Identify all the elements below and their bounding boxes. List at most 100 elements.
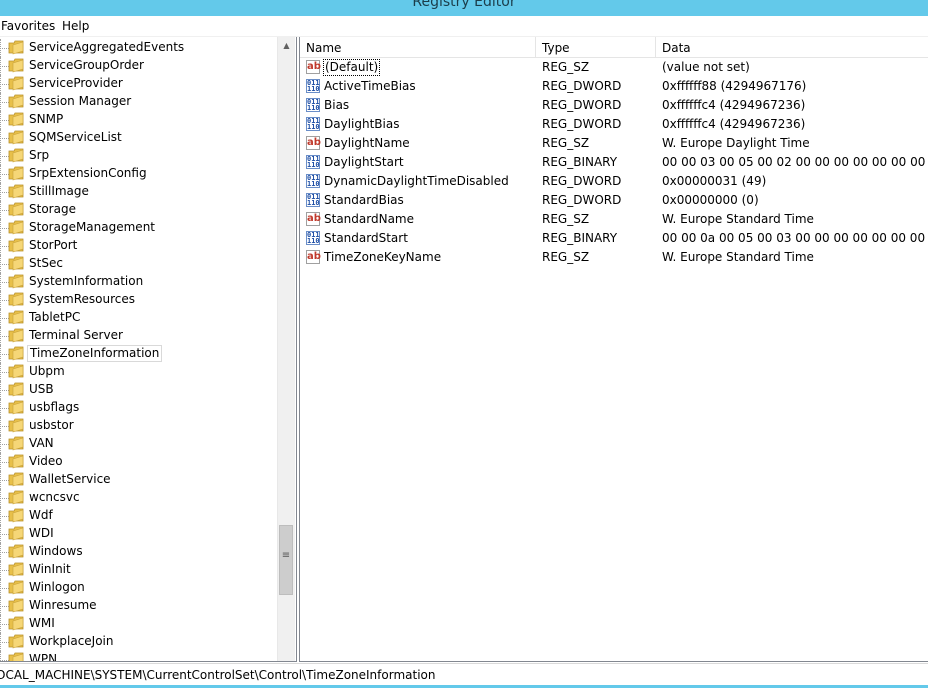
value-row-default[interactable]: ab (Default) REG_SZ (value not set) <box>300 58 928 77</box>
tree-item-label: Video <box>29 454 63 468</box>
tree-item-serviceaggregatedevents[interactable]: ServiceAggregatedEvents <box>0 39 275 57</box>
folder-icon <box>8 202 24 217</box>
tree-item-snmp[interactable]: SNMP <box>0 111 275 129</box>
tree-item-tabletpc[interactable]: TabletPC <box>0 309 275 327</box>
tree-item-video[interactable]: Video <box>0 453 275 471</box>
value-type: REG_BINARY <box>542 231 618 245</box>
tree-item-label: usbstor <box>29 418 74 432</box>
value-type: REG_DWORD <box>542 193 622 207</box>
folder-icon <box>8 418 24 433</box>
tree-item-label: StorageManagement <box>29 220 155 234</box>
tree-item-usbflags[interactable]: usbflags <box>0 399 275 417</box>
tree-item-wininit[interactable]: WinInit <box>0 561 275 579</box>
tree-item-windows[interactable]: Windows <box>0 543 275 561</box>
tree-item-label: WDI <box>29 526 54 540</box>
tree-item-ubpm[interactable]: Ubpm <box>0 363 275 381</box>
folder-icon <box>8 130 24 145</box>
tree-item-winresume[interactable]: Winresume <box>0 597 275 615</box>
value-type: REG_DWORD <box>542 79 622 93</box>
value-row-timezonekeyname[interactable]: ab TimeZoneKeyName REG_SZ W. Europe Standar… <box>300 248 928 267</box>
tree-item-label: VAN <box>29 436 54 450</box>
value-name: DynamicDaylightTimeDisabled <box>324 174 509 188</box>
value-row-activetimebias[interactable]: 011 110 ActiveTimeBias REG_DWORD 0xffffff88… <box>300 77 928 96</box>
tree-item-label: Winresume <box>29 598 97 612</box>
tree-item-systeminformation[interactable]: SystemInformation <box>0 273 275 291</box>
tree-item-van[interactable]: VAN <box>0 435 275 453</box>
folder-icon <box>8 94 24 109</box>
column-header-data[interactable]: Data <box>656 37 928 57</box>
tree-item-label: SrpExtensionConfig <box>29 166 147 180</box>
tree-vertical-scrollbar[interactable]: ▲ ≡ <box>277 37 295 661</box>
tree-item-wmi[interactable]: WMI <box>0 615 275 633</box>
tree-item-label: Terminal Server <box>29 328 123 342</box>
column-header-type[interactable]: Type <box>536 37 656 57</box>
tree-item-label: WinInit <box>29 562 71 576</box>
tree-item-wdi[interactable]: WDI <box>0 525 275 543</box>
tree-item-walletservice[interactable]: WalletService <box>0 471 275 489</box>
tree-item-label: Session Manager <box>29 94 132 108</box>
tree-item-stillimage[interactable]: StillImage <box>0 183 275 201</box>
value-row-daylightbias[interactable]: 011 110 DaylightBias REG_DWORD 0xffffffc4 (… <box>300 115 928 134</box>
tree-item-servicegrouporder[interactable]: ServiceGroupOrder <box>0 57 275 75</box>
tree-item-label: TabletPC <box>29 310 81 324</box>
value-row-daylightname[interactable]: ab DaylightName REG_SZ W. Europe Daylight T… <box>300 134 928 153</box>
tree-item-label: Ubpm <box>29 364 65 378</box>
tree-item-storport[interactable]: StorPort <box>0 237 275 255</box>
folder-icon <box>8 166 24 181</box>
title-bar: Registry Editor <box>0 0 928 16</box>
tree-item-srp[interactable]: Srp <box>0 147 275 165</box>
column-header-name[interactable]: Name <box>300 37 536 57</box>
tree-item-label: USB <box>29 382 54 396</box>
folder-icon <box>8 544 24 559</box>
tree-item-session-manager[interactable]: Session Manager <box>0 93 275 111</box>
tree-item-wcncsvc[interactable]: wcncsvc <box>0 489 275 507</box>
tree-item-wdf[interactable]: Wdf <box>0 507 275 525</box>
string-value-icon: ab <box>306 250 321 264</box>
menu-favorites[interactable]: Favorites <box>1 19 55 33</box>
column-header-row: Name Type Data <box>300 37 928 58</box>
value-row-daylightstart[interactable]: 011 110 DaylightStart REG_BINARY 00 00 03 0… <box>300 153 928 172</box>
value-data: 0x00000000 (0) <box>662 193 759 207</box>
value-row-dynamicdaylighttimedisabled[interactable]: 011 110 DynamicDaylightTimeDisabled REG_DW… <box>300 172 928 191</box>
tree-item-stsec[interactable]: StSec <box>0 255 275 273</box>
tree-item-label: WMI <box>29 616 55 630</box>
tree-item-workplacejoin[interactable]: WorkplaceJoin <box>0 633 275 651</box>
value-type: REG_DWORD <box>542 174 622 188</box>
tree-item-storagemanagement[interactable]: StorageManagement <box>0 219 275 237</box>
folder-icon <box>8 112 24 127</box>
folder-icon <box>8 382 24 397</box>
value-row-standardstart[interactable]: 011 110 StandardStart REG_BINARY 00 00 0a 0… <box>300 229 928 248</box>
menu-help[interactable]: Help <box>62 19 89 33</box>
tree-item-winlogon[interactable]: Winlogon <box>0 579 275 597</box>
tree-item-terminal-server[interactable]: Terminal Server <box>0 327 275 345</box>
tree-item-label: Winlogon <box>29 580 85 594</box>
tree-item-label: WorkplaceJoin <box>29 634 114 648</box>
value-type: REG_SZ <box>542 60 590 74</box>
tree-item-systemresources[interactable]: SystemResources <box>0 291 275 309</box>
value-name: StandardBias <box>324 193 404 207</box>
tree-item-wpn[interactable]: WPN <box>0 651 275 661</box>
tree-item-timezoneinformation[interactable]: TimeZoneInformation <box>0 345 275 363</box>
folder-icon <box>8 400 24 415</box>
value-row-standardbias[interactable]: 011 110 StandardBias REG_DWORD 0x00000000 (… <box>300 191 928 210</box>
value-row-standardname[interactable]: ab StandardName REG_SZ W. Europe Standard T… <box>300 210 928 229</box>
tree-item-sqmservicelist[interactable]: SQMServiceList <box>0 129 275 147</box>
value-row-bias[interactable]: 011 110 Bias REG_DWORD 0xffffffc4 (42949672… <box>300 96 928 115</box>
scrollbar-thumb[interactable]: ≡ <box>279 525 293 595</box>
value-data: W. Europe Standard Time <box>662 250 814 264</box>
tree-item-usbstor[interactable]: usbstor <box>0 417 275 435</box>
value-data: 00 00 03 00 05 00 02 00 00 00 00 00 00 0… <box>662 155 928 169</box>
values-list-pane[interactable]: Name Type Data ab (Default) REG_SZ (value n… <box>299 37 928 662</box>
tree-item-serviceprovider[interactable]: ServiceProvider <box>0 75 275 93</box>
scroll-up-arrow-icon[interactable]: ▲ <box>278 37 295 54</box>
tree-item-storage[interactable]: Storage <box>0 201 275 219</box>
folder-icon <box>8 364 24 379</box>
tree-item-srpextensionconfig[interactable]: SrpExtensionConfig <box>0 165 275 183</box>
tree-item-usb[interactable]: USB <box>0 381 275 399</box>
binary-value-icon: 011 110 <box>306 117 320 131</box>
folder-icon <box>8 652 24 661</box>
value-type: REG_SZ <box>542 136 590 150</box>
folder-icon <box>8 580 24 595</box>
key-tree-pane[interactable]: ServiceAggregatedEvents ServiceGroupOrder… <box>0 37 297 662</box>
folder-icon <box>8 256 24 271</box>
